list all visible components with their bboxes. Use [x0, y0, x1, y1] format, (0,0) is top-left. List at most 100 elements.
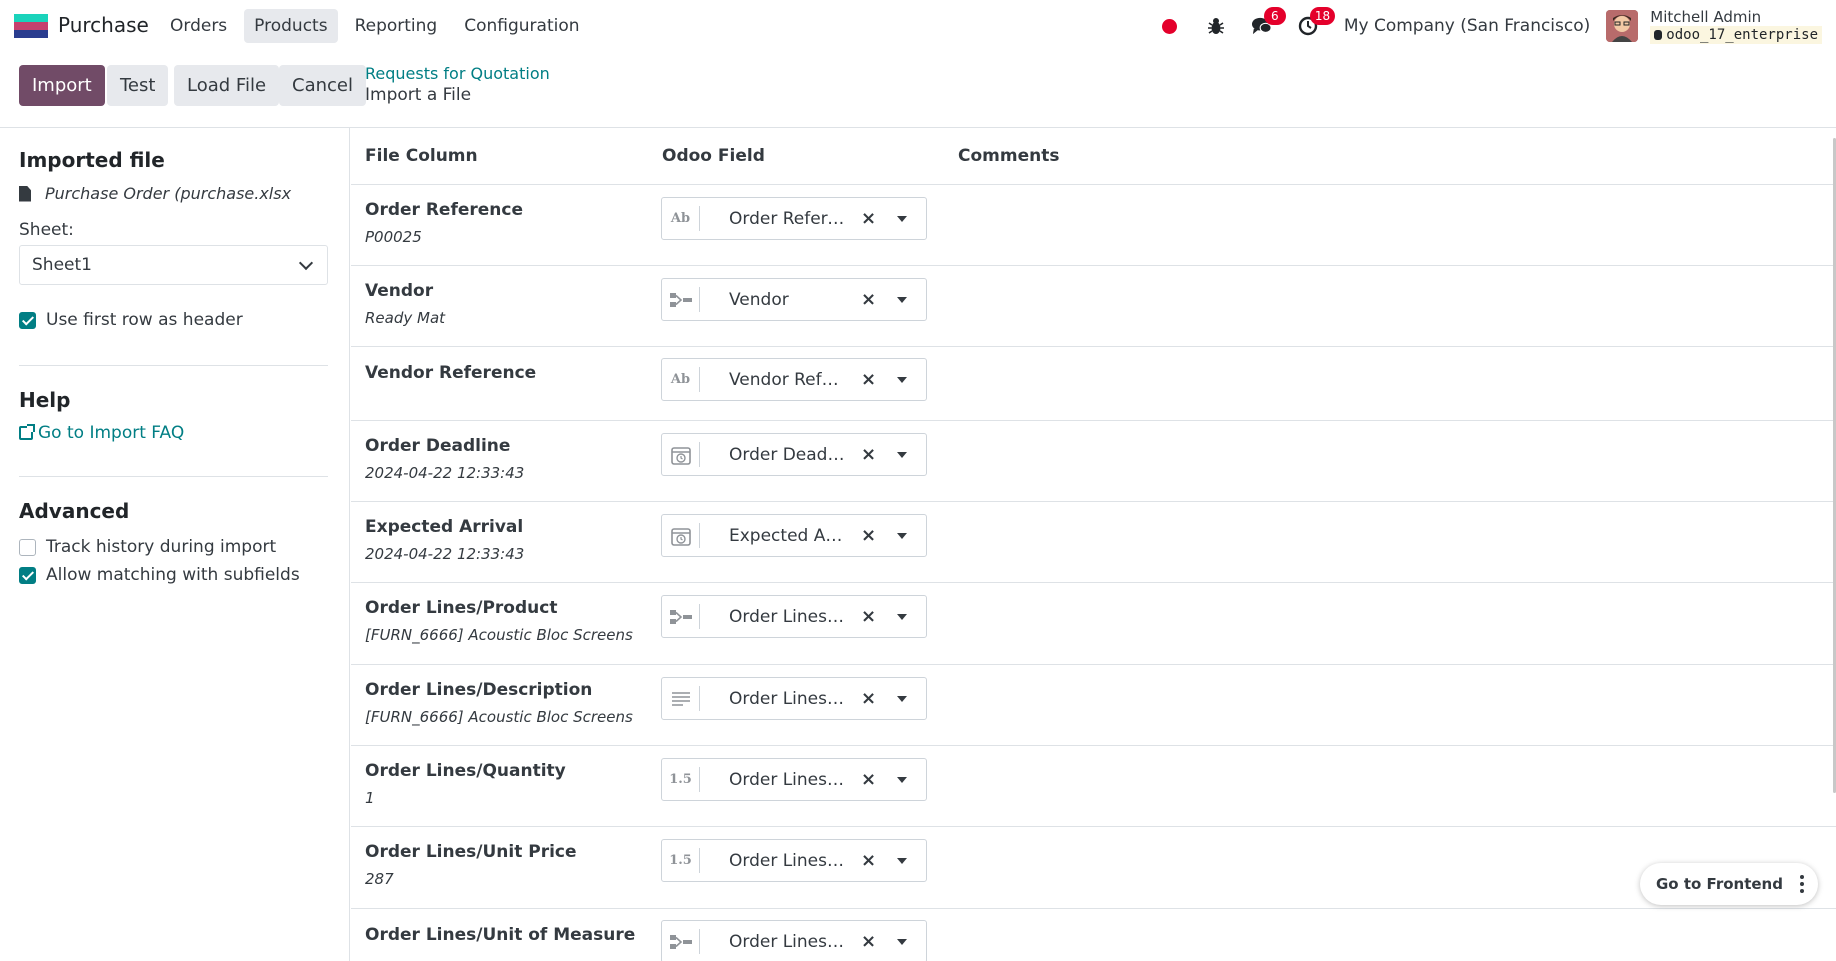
company-switcher[interactable]: My Company (San Francisco): [1344, 16, 1590, 36]
systray: 6 18 My Company (San Francisco) Mitchell…: [1160, 0, 1836, 52]
imported-file-title: Imported file: [19, 148, 165, 172]
caret-down-icon[interactable]: [897, 939, 907, 945]
odoo-field-value: Order Lines / Unit Price: [729, 851, 849, 871]
test-button[interactable]: Test: [107, 65, 169, 106]
sheet-label: Sheet:: [19, 220, 74, 240]
menu-products[interactable]: Products: [244, 9, 338, 43]
table-row: Order Lines/Description [FURN_6666] Acous…: [351, 665, 1836, 746]
main-menu: Orders Products Reporting Configuration: [160, 9, 597, 43]
table-row: Expected Arrival 2024-04-22 12:33:43 Expec…: [351, 502, 1836, 583]
caret-down-icon[interactable]: [897, 452, 907, 458]
activities-badge: 18: [1309, 7, 1336, 25]
header-file-column: File Column: [365, 146, 478, 166]
odoo-field-select[interactable]: Ab Order Reference ×: [661, 197, 927, 240]
use-header-label: Use first row as header: [46, 310, 243, 330]
caret-down-icon[interactable]: [897, 297, 907, 303]
subfields-option[interactable]: Allow matching with subfields: [19, 565, 300, 585]
odoo-field-select[interactable]: Ab Vendor Reference ×: [661, 358, 927, 401]
clear-icon[interactable]: ×: [861, 525, 876, 546]
odoo-field-select[interactable]: Order Deadline ×: [661, 433, 927, 476]
use-header-option[interactable]: Use first row as header: [19, 310, 243, 330]
clear-icon[interactable]: ×: [861, 369, 876, 390]
file-column-name: Order Lines/Unit Price: [365, 842, 577, 862]
odoo-field-value: Order Reference: [729, 209, 849, 229]
odoo-field-value: Expected Arrival: [729, 526, 849, 546]
import-button[interactable]: Import: [19, 65, 105, 106]
file-column-name: Expected Arrival: [365, 517, 524, 537]
caret-down-icon[interactable]: [897, 377, 907, 383]
file-column-name: Order Lines/Quantity: [365, 761, 566, 781]
menu-reporting[interactable]: Reporting: [345, 9, 448, 43]
load-file-button[interactable]: Load File: [174, 65, 280, 106]
clear-icon[interactable]: ×: [861, 444, 876, 465]
caret-down-icon[interactable]: [897, 533, 907, 539]
odoo-field-value: Order Lines / Quantity: [729, 770, 849, 790]
clear-icon[interactable]: ×: [861, 850, 876, 871]
cancel-button[interactable]: Cancel: [279, 65, 366, 106]
calendar-type-icon: [662, 442, 700, 467]
track-history-option[interactable]: Track history during import: [19, 537, 276, 557]
database-name: odoo_17_enterprise: [1650, 26, 1822, 44]
bug-icon[interactable]: [1206, 16, 1226, 36]
file-column-sample: Ready Mat: [365, 309, 446, 327]
file-column-name: Order Deadline: [365, 436, 511, 456]
clear-icon[interactable]: ×: [861, 688, 876, 709]
odoo-field-value: Order Lines / Unit of Measure: [729, 932, 849, 952]
table-row: Vendor Reference Ab Vendor Reference ×: [351, 347, 1836, 421]
track-history-checkbox[interactable]: [19, 538, 36, 556]
database-icon: [1654, 30, 1663, 40]
user-menu[interactable]: Mitchell Admin odoo_17_enterprise: [1650, 8, 1822, 44]
menu-configuration[interactable]: Configuration: [454, 9, 589, 43]
use-header-checkbox[interactable]: [19, 311, 36, 329]
clear-icon[interactable]: ×: [861, 931, 876, 952]
app-name[interactable]: Purchase: [58, 13, 149, 37]
caret-down-icon[interactable]: [897, 696, 907, 702]
file-column-sample: 2024-04-22 12:33:43: [365, 545, 525, 563]
external-link-icon: [19, 424, 35, 440]
kebab-menu-icon[interactable]: [1800, 875, 1804, 893]
file-column-name: Order Lines/Description: [365, 680, 593, 700]
subfields-checkbox[interactable]: [19, 566, 36, 584]
messages-badge: 6: [1263, 7, 1286, 25]
odoo-field-value: Vendor Reference: [729, 370, 849, 390]
caret-down-icon[interactable]: [897, 614, 907, 620]
odoo-field-select[interactable]: Expected Arrival ×: [661, 514, 927, 557]
odoo-field-value: Order Lines / Product: [729, 607, 849, 627]
import-faq-label: Go to Import FAQ: [38, 423, 185, 443]
caret-down-icon[interactable]: [897, 777, 907, 783]
file-column-sample: P00025: [365, 228, 422, 246]
odoo-field-select[interactable]: 1.5 Order Lines / Quantity ×: [661, 758, 927, 801]
messages-icon[interactable]: 6: [1251, 7, 1286, 36]
clear-icon[interactable]: ×: [861, 769, 876, 790]
odoo-field-select[interactable]: 1.5 Order Lines / Unit Price ×: [661, 839, 927, 882]
purchase-app-icon[interactable]: [14, 14, 48, 38]
clear-icon[interactable]: ×: [861, 289, 876, 310]
menu-orders[interactable]: Orders: [160, 9, 237, 43]
table-row: Order Deadline 2024-04-22 12:33:43 Order D…: [351, 421, 1836, 502]
odoo-field-select[interactable]: Order Lines / Description ×: [661, 677, 927, 720]
help-title: Help: [19, 388, 71, 412]
odoo-field-select[interactable]: Vendor ×: [661, 278, 927, 321]
database-name-text: odoo_17_enterprise: [1666, 27, 1818, 43]
sheet-select[interactable]: Sheet1: [19, 245, 328, 285]
file-column-sample: 2024-04-22 12:33:43: [365, 464, 525, 482]
caret-down-icon[interactable]: [897, 216, 907, 222]
odoo-field-select[interactable]: Order Lines / Unit of Measure ×: [661, 920, 927, 961]
float-type-icon: 1.5: [662, 767, 700, 792]
import-faq-link[interactable]: Go to Import FAQ: [19, 423, 184, 443]
clear-icon[interactable]: ×: [861, 208, 876, 229]
activities-icon[interactable]: 18: [1298, 7, 1336, 36]
file-name-text: Purchase Order (purchase.xlsx: [45, 184, 292, 203]
go-to-frontend-widget: Go to Frontend: [1640, 863, 1818, 905]
file-icon: [19, 185, 31, 202]
table-row: Order Lines/Quantity 1 1.5 Order Lines / Qu…: [351, 746, 1836, 827]
control-panel: Import Test Load File Cancel Requests fo…: [0, 52, 1836, 128]
odoo-field-select[interactable]: Order Lines / Product ×: [661, 595, 927, 638]
user-avatar[interactable]: [1606, 10, 1639, 42]
record-icon[interactable]: [1160, 16, 1180, 36]
go-to-frontend-button[interactable]: Go to Frontend: [1656, 875, 1783, 893]
breadcrumb-parent[interactable]: Requests for Quotation: [365, 64, 550, 83]
caret-down-icon[interactable]: [897, 858, 907, 864]
sheet-select-value: Sheet1: [32, 255, 92, 275]
clear-icon[interactable]: ×: [861, 606, 876, 627]
